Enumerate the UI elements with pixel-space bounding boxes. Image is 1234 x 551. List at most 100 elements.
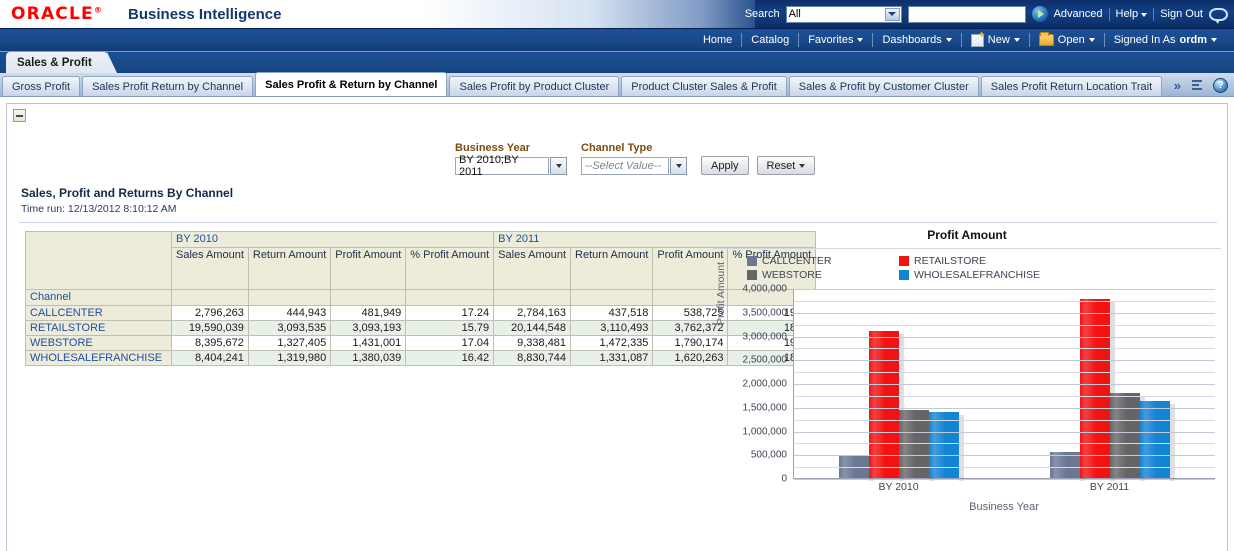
pivot-corner-cell	[26, 232, 172, 290]
tab-sales-and-profit-by-customer-cluster[interactable]: Sales & Profit by Customer Cluster	[789, 76, 979, 96]
tab-gross-profit[interactable]: Gross Profit	[2, 76, 80, 96]
metric-header-profit-amount[interactable]: Profit Amount	[331, 248, 406, 290]
chevron-down-icon	[1211, 38, 1217, 42]
metric-header-pct-profit-amount[interactable]: % Profit Amount	[406, 248, 494, 290]
row-label-retailstore[interactable]: RETAILSTORE	[26, 321, 172, 336]
cell-value: 3,093,193	[331, 321, 406, 336]
channel-type-value[interactable]: --Select Value--	[581, 157, 669, 175]
profit-amount-chart: Profit Amount CALLCENTER RETAILSTORE WEBST…	[713, 228, 1221, 528]
advanced-search-link[interactable]: Advanced	[1054, 8, 1103, 20]
current-user: ordm	[1180, 34, 1208, 46]
nav-item-open[interactable]: Open	[1030, 29, 1104, 51]
signed-in-as-menu[interactable]: Signed In As ordm	[1105, 29, 1226, 51]
tab-product-cluster-sales-and-profit[interactable]: Product Cluster Sales & Profit	[621, 76, 787, 96]
collapse-minus-icon[interactable]	[13, 109, 26, 122]
metric-header-return-amount[interactable]: Return Amount	[571, 248, 653, 290]
metric-header-sales-amount[interactable]: Sales Amount	[494, 248, 571, 290]
legend-item-wholesalefranchise[interactable]: WHOLESALEFRANCHISE	[899, 269, 1051, 281]
row-axis-label[interactable]: Channel	[26, 290, 172, 306]
nav-item-catalog[interactable]: Catalog	[742, 29, 798, 51]
row-label-wholesalefranchise[interactable]: WHOLESALEFRANCHISE	[26, 351, 172, 366]
tab-sales-profit-return-by-channel[interactable]: Sales Profit Return by Channel	[82, 76, 253, 96]
bar-body	[929, 412, 959, 478]
cell-value: 3,093,535	[248, 321, 330, 336]
report-section: Business Year BY 2010;BY 2011 Channel Ty…	[6, 103, 1228, 551]
nav-item-dashboards[interactable]: Dashboards	[873, 29, 960, 51]
legend-item-retailstore[interactable]: RETAILSTORE	[899, 255, 1051, 267]
nav-item-home[interactable]: Home	[694, 29, 741, 51]
cell-value: 9,338,481	[494, 336, 571, 351]
bar-wholesalefranchise-by-2010[interactable]	[929, 412, 959, 478]
nav-item-label: Open	[1058, 34, 1085, 46]
page-tab-row: Gross Profit Sales Profit Return by Chan…	[0, 73, 1234, 97]
prompt-business-year: Business Year BY 2010;BY 2011	[455, 142, 567, 175]
row-label-webstore[interactable]: WEBSTORE	[26, 336, 172, 351]
y-axis-tick-label: 1,500,000	[743, 402, 788, 413]
tab-sales-profit-by-product-cluster[interactable]: Sales Profit by Product Cluster	[449, 76, 619, 96]
prompt-label: Channel Type	[581, 142, 687, 154]
help-label: Help	[1116, 8, 1139, 20]
go-arrow-icon[interactable]	[1032, 6, 1048, 22]
time-run-value: 12/13/2012 8:10:12 AM	[68, 203, 177, 215]
nav-item-new[interactable]: New	[962, 29, 1029, 51]
table-row: CALLCENTER 2,796,263 444,943 481,949 17.…	[26, 306, 816, 321]
reset-button[interactable]: Reset	[757, 156, 816, 175]
tab-sales-profit-return-location-trait[interactable]: Sales Profit Return Location Trait	[981, 76, 1162, 96]
cell-value: 2,796,263	[172, 306, 249, 321]
chevron-down-icon[interactable]	[550, 157, 567, 175]
chat-bubble-icon[interactable]	[1209, 8, 1228, 21]
app-title: Business Intelligence	[128, 6, 281, 23]
chevron-down-icon	[799, 164, 805, 168]
cell-value: 444,943	[248, 306, 330, 321]
pivot-table-wrapper: BY 2010 BY 2011 Sales Amount Return Amou…	[25, 231, 816, 366]
chevron-down-icon[interactable]	[670, 157, 687, 175]
cell-value: 15.79	[406, 321, 494, 336]
apply-button[interactable]: Apply	[701, 156, 749, 175]
legend-label: RETAILSTORE	[914, 255, 986, 267]
chart-title: Profit Amount	[713, 228, 1221, 242]
cell-value: 1,431,001	[331, 336, 406, 351]
metric-header-return-amount[interactable]: Return Amount	[248, 248, 330, 290]
time-run-label: Time run:	[21, 203, 65, 215]
metric-header-sales-amount[interactable]: Sales Amount	[172, 248, 249, 290]
legend-swatch-icon	[747, 256, 757, 266]
chevron-down-icon	[857, 38, 863, 42]
row-axis-header-row: Channel	[26, 290, 816, 306]
search-input[interactable]	[908, 6, 1026, 23]
chevron-down-icon[interactable]	[885, 8, 900, 21]
chart-legend: CALLCENTER RETAILSTORE WEBSTORE WHOLESALEFR…	[713, 249, 1183, 283]
sign-out-link[interactable]: Sign Out	[1160, 8, 1203, 20]
y-axis-tick-label: 3,500,000	[743, 307, 788, 318]
y-axis-tick-label: 0	[781, 474, 787, 485]
dashboard-tab-sales-profit[interactable]: Sales & Profit	[6, 52, 108, 73]
legend-item-webstore[interactable]: WEBSTORE	[747, 269, 899, 281]
help-icon[interactable]: ?	[1213, 78, 1228, 93]
brand-bar: ORACLE® Business Intelligence Search All…	[0, 0, 1234, 29]
y-axis-tick-label: 4,000,000	[743, 284, 788, 295]
new-document-icon	[971, 34, 984, 47]
report-timestamp: Time run: 12/13/2012 8:10:12 AM	[21, 203, 176, 215]
bar-webstore-by-2011[interactable]	[1110, 393, 1140, 478]
page-options-icon[interactable]	[1190, 79, 1204, 92]
tab-sales-profit-and-return-by-channel[interactable]: Sales Profit & Return by Channel	[255, 72, 447, 96]
cell-value: 17.04	[406, 336, 494, 351]
search-scope-select[interactable]: All	[786, 6, 902, 23]
cell-value: 481,949	[331, 306, 406, 321]
bar-retailstore-by-2011[interactable]	[1080, 299, 1110, 478]
bar-callcenter-by-2011[interactable]	[1050, 452, 1080, 478]
year-group-header-2010[interactable]: BY 2010	[172, 232, 494, 248]
table-header-year-row: BY 2010 BY 2011	[26, 232, 816, 248]
legend-item-callcenter[interactable]: CALLCENTER	[747, 255, 899, 267]
y-axis-ticks: 4,000,0003,500,0003,000,0002,500,0002,00…	[729, 289, 791, 479]
search-scope-value: All	[789, 8, 801, 20]
bar-body	[1050, 452, 1080, 478]
nav-item-favorites[interactable]: Favorites	[799, 29, 872, 51]
legend-label: WHOLESALEFRANCHISE	[914, 269, 1040, 281]
row-label-callcenter[interactable]: CALLCENTER	[26, 306, 172, 321]
chevron-down-icon	[1089, 38, 1095, 42]
oracle-logo-text: ORACLE	[11, 4, 94, 24]
business-year-value[interactable]: BY 2010;BY 2011	[455, 157, 549, 175]
y-axis-title: Profit Amount	[715, 262, 727, 325]
chevron-double-right-icon[interactable]: »	[1174, 78, 1181, 93]
help-menu[interactable]: Help	[1116, 8, 1148, 20]
